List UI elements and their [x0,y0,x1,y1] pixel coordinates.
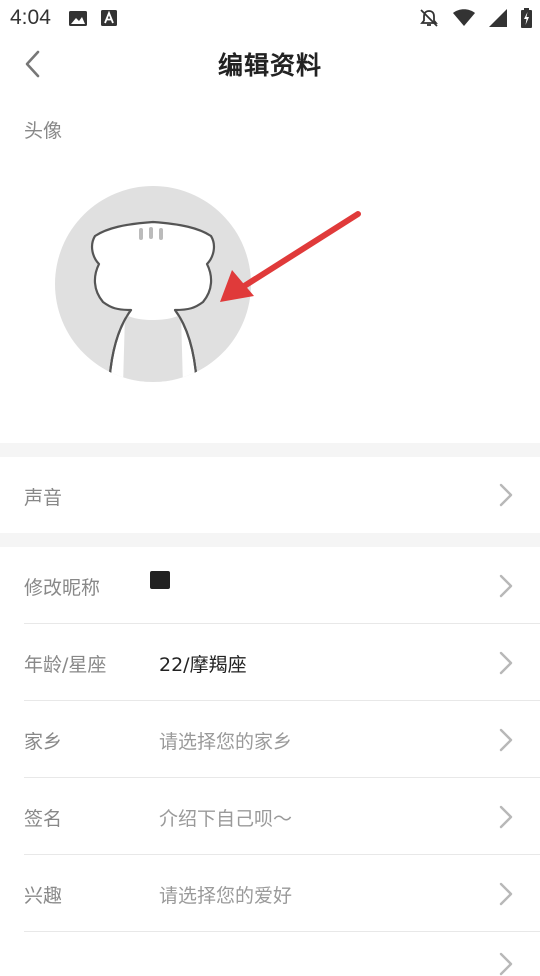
nickname-row[interactable]: 修改昵称 [0,547,540,624]
signature-row[interactable]: 签名 介绍下自己呗～ [0,778,540,855]
hometown-row[interactable]: 家乡 请选择您的家乡 [0,701,540,778]
chevron-right-icon [499,483,513,507]
hometown-value: 请选择您的家乡 [159,731,293,753]
chevron-right-icon [499,651,513,675]
chevron-right-icon [499,882,513,906]
age-zodiac-value: 22/摩羯座 [159,654,247,676]
next-row-partial[interactable] [0,932,540,976]
annotation-arrow-icon [220,211,361,302]
status-time: 4:04 [10,6,51,29]
hometown-label: 家乡 [24,731,63,753]
chevron-right-icon [499,952,513,976]
signal-icon [489,9,507,27]
avatar-label: 头像 [24,120,63,142]
signature-label: 签名 [24,808,63,830]
section-gap [0,443,540,457]
interests-label: 兴趣 [24,885,63,907]
voice-label: 声音 [24,487,63,509]
page-title: 编辑资料 [217,51,322,80]
signature-value: 介绍下自己呗～ [159,808,293,830]
avatar-section: 头像 [0,92,540,443]
interests-value: 请选择您的爱好 [159,885,293,907]
chevron-right-icon [499,805,513,829]
voice-row[interactable]: 声音 [0,457,540,533]
font-icon [100,10,117,26]
image-icon [68,10,87,26]
chevron-right-icon [499,728,513,752]
nickname-value [150,571,170,589]
bell-muted-icon [420,9,438,27]
battery-charging-icon [521,8,532,28]
section-gap [0,533,540,547]
nickname-label: 修改昵称 [24,577,101,599]
top-bar: 编辑资料 [0,36,540,92]
age-zodiac-label: 年龄/星座 [24,654,107,676]
chevron-right-icon [499,574,513,598]
age-zodiac-row[interactable]: 年龄/星座 22/摩羯座 [0,624,540,701]
interests-row[interactable]: 兴趣 请选择您的爱好 [0,855,540,932]
wifi-icon [453,9,475,26]
status-bar: 4:04 [0,0,540,36]
